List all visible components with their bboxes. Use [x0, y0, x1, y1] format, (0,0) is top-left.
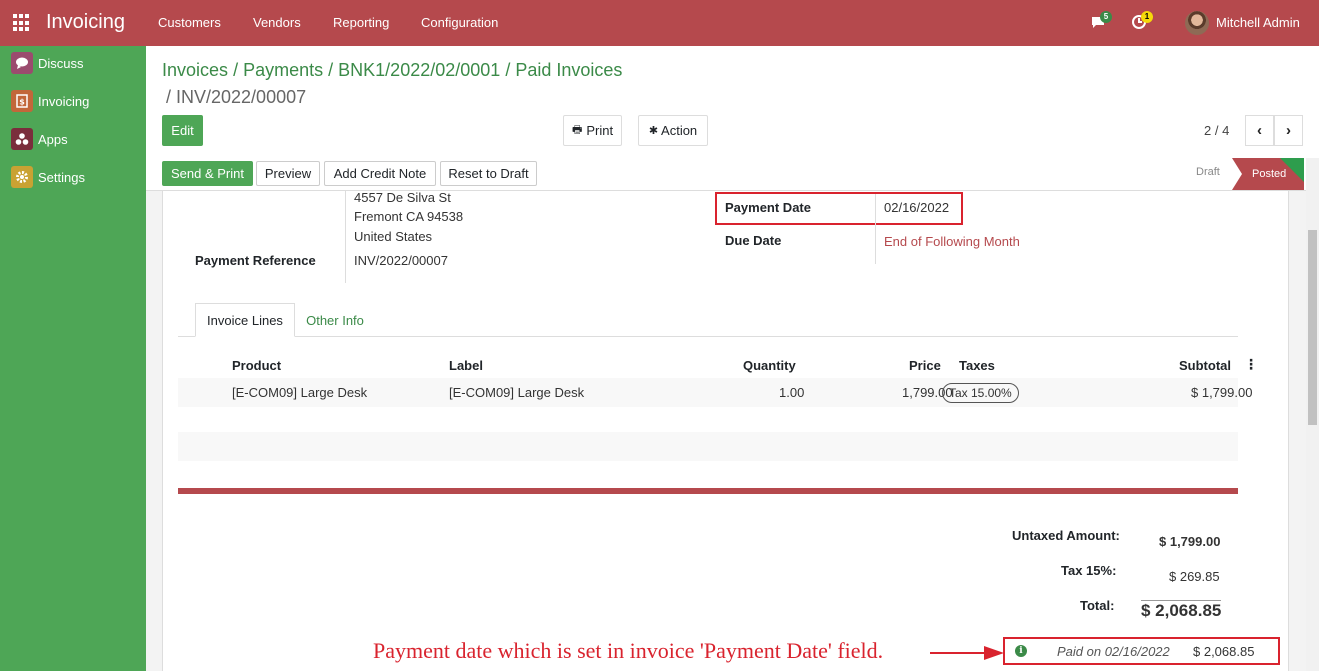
scrollbar[interactable]: [1306, 158, 1319, 671]
svg-text:$: $: [19, 98, 25, 107]
menu-vendors[interactable]: Vendors: [253, 15, 301, 30]
user-avatar[interactable]: [1185, 11, 1209, 35]
annotation-text: Payment date which is set in invoice 'Pa…: [373, 638, 884, 663]
preview-button[interactable]: Preview: [256, 161, 320, 186]
column-subtotal[interactable]: Subtotal: [1179, 358, 1231, 373]
ribbon-corner: [1280, 158, 1304, 182]
chevron-right-icon: ›: [1286, 122, 1291, 139]
main-content: Invoices / Payments / BNK1/2022/02/0001 …: [146, 46, 1319, 671]
due-date-field[interactable]: End of Following Month: [884, 234, 1020, 249]
due-date-label: Due Date: [725, 233, 782, 248]
line-product[interactable]: [E-COM09] Large Desk: [232, 385, 367, 400]
field-divider: [875, 194, 876, 264]
form-sheet: [162, 191, 1289, 671]
breadcrumb: Invoices / Payments / BNK1/2022/02/0001 …: [162, 60, 623, 80]
action-button[interactable]: ✱ Action: [638, 115, 708, 146]
sidebar-item-label: Apps: [38, 131, 68, 147]
paid-amount: $ 2,068.85: [1193, 644, 1255, 659]
sidebar-item-discuss[interactable]: Discuss: [11, 52, 84, 74]
untaxed-amount-label: Untaxed Amount:: [1012, 528, 1120, 543]
messages-icon[interactable]: 5: [1090, 11, 1112, 32]
breadcrumb-payment-record[interactable]: BNK1/2022/02/0001: [338, 60, 500, 80]
scrollbar-thumb[interactable]: [1308, 230, 1317, 425]
field-divider: [345, 191, 346, 283]
tab-invoice-lines[interactable]: Invoice Lines: [195, 303, 295, 337]
pager-value[interactable]: 2 / 4: [1204, 123, 1229, 138]
table-row-empty[interactable]: [178, 432, 1238, 461]
total-label: Total:: [1080, 598, 1115, 613]
payment-date-label: Payment Date: [725, 200, 811, 215]
column-label[interactable]: Label: [449, 358, 483, 373]
column-product[interactable]: Product: [232, 358, 281, 373]
chevron-left-icon: ‹: [1257, 122, 1262, 139]
menu-customers[interactable]: Customers: [158, 15, 221, 30]
app-menu-grid-icon[interactable]: [13, 14, 31, 32]
pager-previous-button[interactable]: ‹: [1245, 115, 1274, 146]
untaxed-amount-value: $ 1,799.00: [1159, 534, 1221, 549]
breadcrumb-current: / INV/2022/00007: [166, 87, 307, 107]
payment-reference-label: Payment Reference: [195, 253, 316, 268]
payment-info-highlight: i Paid on 02/16/2022 $ 2,068.85: [1003, 637, 1280, 665]
stage-draft[interactable]: Draft: [1196, 166, 1220, 178]
status-bar: Send & Print Preview Add Credit Note Res…: [146, 156, 1319, 191]
apps-icon: [11, 128, 33, 150]
gear-icon: [11, 166, 33, 188]
sidebar-item-apps[interactable]: Apps: [11, 128, 68, 150]
line-quantity[interactable]: 1.00: [779, 385, 804, 400]
address-line: 4557 De Silva St: [354, 190, 451, 205]
address-line: Fremont CA 94538: [354, 209, 464, 224]
annotation-arrow-head: [984, 646, 1004, 660]
menu-reporting[interactable]: Reporting: [333, 15, 389, 30]
column-taxes[interactable]: Taxes: [959, 358, 995, 373]
payment-reference-field[interactable]: INV/2022/00007: [354, 253, 448, 268]
section-divider: [178, 488, 1238, 494]
breadcrumb-invoices[interactable]: Invoices: [162, 60, 228, 80]
app-title[interactable]: Invoicing: [46, 11, 125, 34]
info-icon[interactable]: i: [1015, 645, 1027, 657]
sidebar-item-settings[interactable]: Settings: [11, 166, 85, 188]
send-print-button[interactable]: Send & Print: [162, 161, 253, 186]
chat-icon: [11, 52, 33, 74]
reset-to-draft-button[interactable]: Reset to Draft: [440, 161, 537, 186]
edit-button[interactable]: Edit: [162, 115, 203, 146]
tab-other-info[interactable]: Other Info: [300, 303, 370, 337]
line-subtotal: $ 1,799.00: [1191, 385, 1253, 400]
breadcrumb-paid-invoices[interactable]: Paid Invoices: [515, 60, 622, 80]
address-line: United States: [354, 229, 433, 244]
tax-value: $ 269.85: [1169, 569, 1220, 584]
column-quantity[interactable]: Quantity: [743, 358, 796, 373]
breadcrumb-payments[interactable]: Payments: [243, 60, 323, 80]
activities-badge: 1: [1141, 11, 1153, 23]
activities-icon[interactable]: 1: [1131, 11, 1153, 32]
total-value: $ 2,068.85: [1141, 600, 1222, 620]
messages-badge: 5: [1100, 11, 1112, 23]
stage-posted: Posted: [1232, 158, 1304, 190]
column-options-icon[interactable]: ⋮: [1244, 356, 1258, 373]
print-icon: 🖶: [571, 124, 583, 136]
print-label: Print: [586, 123, 614, 138]
form-tabs: Invoice Lines Other Info: [178, 303, 1238, 337]
pager-next-button[interactable]: ›: [1274, 115, 1303, 146]
sidebar-item-invoicing[interactable]: $ Invoicing: [11, 90, 89, 112]
menu-configuration[interactable]: Configuration: [421, 15, 498, 30]
top-navbar: Invoicing Customers Vendors Reporting Co…: [0, 0, 1319, 46]
annotation-arrow: [930, 652, 990, 654]
user-name[interactable]: Mitchell Admin: [1216, 15, 1300, 30]
tax-label: Tax 15%:: [1061, 563, 1117, 578]
gear-icon: ✱: [648, 125, 659, 137]
add-credit-note-button[interactable]: Add Credit Note: [324, 161, 436, 186]
payment-date-field[interactable]: 02/16/2022: [884, 200, 949, 215]
line-tax-tag[interactable]: Tax 15.00%: [942, 383, 1019, 403]
column-price[interactable]: Price: [909, 358, 941, 373]
line-label[interactable]: [E-COM09] Large Desk: [449, 385, 584, 400]
invoice-icon: $: [11, 90, 33, 112]
paid-on-date: Paid on 02/16/2022: [1057, 644, 1170, 659]
action-label: Action: [661, 123, 698, 138]
sidebar-item-label: Invoicing: [38, 93, 90, 109]
sidebar-item-label: Discuss: [38, 55, 84, 71]
sidebar: Discuss $ Invoicing Apps Settings: [0, 46, 146, 671]
print-button[interactable]: 🖶 Print: [563, 115, 622, 146]
sidebar-item-label: Settings: [38, 169, 85, 185]
